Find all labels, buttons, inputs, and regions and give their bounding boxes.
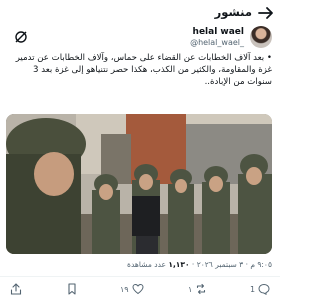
views-count: ١,١٣٠ [168, 260, 190, 269]
share-button[interactable] [10, 282, 22, 296]
header: منشور [0, 0, 280, 24]
retweet-button[interactable]: ١ [188, 282, 207, 296]
bookmark-button[interactable] [66, 282, 78, 296]
author-row: helal wael @helal_wael_ [0, 26, 280, 50]
tweet-timestamp: ٩:٠٥ م · ٣ سبتمبر ٢٠٢٦ [196, 260, 272, 269]
author-name[interactable]: helal wael [193, 27, 244, 37]
like-button[interactable]: ١٩ [120, 282, 144, 296]
tweet-text: • بعد آلاف الخطابات عن القضاء على حماس، … [15, 53, 272, 87]
page-title: منشور [214, 5, 252, 19]
bookmark-icon [68, 283, 76, 295]
like-icon [132, 283, 144, 295]
tweet-photo[interactable] [6, 114, 272, 254]
like-count: ١٩ [120, 284, 129, 294]
reply-icon [258, 283, 270, 295]
retweet-icon [197, 283, 206, 295]
views-label: عدد مشاهدة [127, 260, 166, 269]
grok-icon[interactable] [14, 30, 28, 44]
retweet-count: ١ [188, 284, 193, 294]
arrow-right-icon[interactable] [258, 6, 274, 20]
reply-count: 1 [250, 284, 256, 294]
divider [0, 276, 280, 277]
author-handle[interactable]: @helal_wael_ [190, 38, 244, 47]
reply-button[interactable]: 1 [250, 282, 270, 296]
avatar[interactable] [250, 26, 272, 48]
tweet-meta: ٩:٠٥ م · ٣ سبتمبر ٢٠٢٦ · ١,١٣٠ عدد مشاهد… [127, 260, 272, 269]
share-icon [10, 283, 22, 295]
action-bar: ١٩ ١ 1 [0, 282, 280, 296]
